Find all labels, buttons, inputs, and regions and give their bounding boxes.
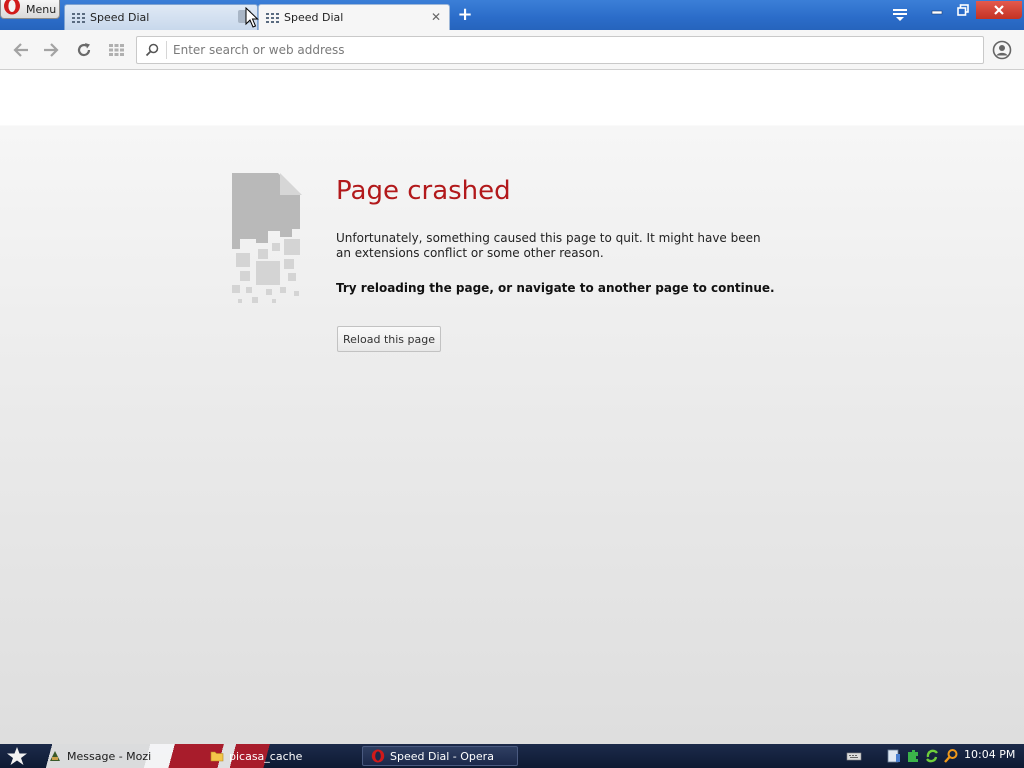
back-arrow-icon: [13, 43, 28, 57]
taskbar-item-label: Message - Mozi: [67, 749, 152, 763]
menu-label: Menu: [26, 2, 57, 16]
minimize-button[interactable]: [924, 1, 950, 19]
back-button[interactable]: [12, 41, 30, 59]
opera-icon: [371, 749, 385, 763]
speed-dial-grid-icon: [266, 12, 279, 23]
address-bar[interactable]: [136, 36, 984, 64]
window-controls: [924, 1, 1022, 19]
minimize-icon: [931, 10, 943, 15]
restore-icon: [957, 4, 969, 16]
address-separator: [166, 41, 167, 59]
keyboard-tray-icon[interactable]: [846, 746, 862, 766]
navigation-toolbar: [0, 30, 1024, 70]
system-tray: [886, 746, 959, 766]
close-icon: [994, 5, 1004, 15]
taskbar-item-label: Speed Dial - Opera: [390, 749, 494, 763]
tab-speed-dial-2[interactable]: Speed Dial ✕: [258, 4, 450, 30]
reload-icon: [77, 43, 91, 57]
new-tab-button[interactable]: +: [456, 6, 474, 24]
forward-arrow-icon: [44, 43, 59, 57]
taskbar-item-opera[interactable]: Speed Dial - Opera: [362, 746, 518, 766]
crash-description: Unfortunately, something caused this pag…: [336, 231, 761, 260]
taskbar-item-picasa-cache[interactable]: picasa_cache: [210, 746, 302, 766]
address-input[interactable]: [173, 40, 963, 60]
tab-title: Speed Dial: [90, 11, 150, 24]
search-tray-icon[interactable]: [943, 748, 959, 764]
tab-close-icon[interactable]: ✕: [431, 11, 441, 23]
account-icon[interactable]: [992, 40, 1012, 60]
mouse-cursor-icon: [245, 7, 259, 28]
tab-menu-icon[interactable]: [891, 8, 909, 22]
start-star-icon[interactable]: [6, 746, 28, 766]
taskbar-item-label: picasa_cache: [229, 749, 303, 763]
refresh-tray-icon[interactable]: [924, 748, 940, 764]
crash-page: Page crashed Unfortunately, something ca…: [0, 70, 1024, 744]
speed-dial-grid-icon: [108, 44, 124, 56]
tab-title: Speed Dial: [284, 11, 344, 24]
reload-page-button[interactable]: Reload this page: [337, 326, 441, 352]
keyboard-icon: [846, 752, 862, 761]
speed-dial-grid-icon: [72, 12, 85, 23]
page-title: Page crashed: [336, 176, 511, 206]
tab-speed-dial-1[interactable]: Speed Dial: [64, 4, 258, 30]
taskbar-item-message[interactable]: Message - Mozi: [48, 746, 151, 766]
app-icon: [50, 751, 60, 761]
puzzle-tray-icon[interactable]: [905, 748, 921, 764]
search-icon: [145, 43, 159, 57]
crashed-document-icon: [232, 173, 302, 303]
opera-menu-button[interactable]: Menu: [0, 0, 60, 19]
reload-button[interactable]: [75, 41, 93, 59]
close-window-button[interactable]: [976, 1, 1022, 19]
tab-strip: Menu Speed Dial Speed Dial ✕ +: [0, 0, 1024, 30]
crash-hint: Try reloading the page, or navigate to a…: [336, 281, 775, 295]
restore-button[interactable]: [950, 1, 976, 19]
taskbar-clock: 10:04 PM: [964, 748, 1016, 761]
opera-logo-icon: [4, 0, 20, 15]
taskbar: Message - Mozi picasa_cache Speed Dial -…: [0, 744, 1024, 768]
folder-icon: [210, 751, 224, 762]
network-tray-icon[interactable]: [886, 748, 902, 764]
forward-button[interactable]: [42, 41, 60, 59]
speed-dial-button[interactable]: [107, 41, 125, 59]
